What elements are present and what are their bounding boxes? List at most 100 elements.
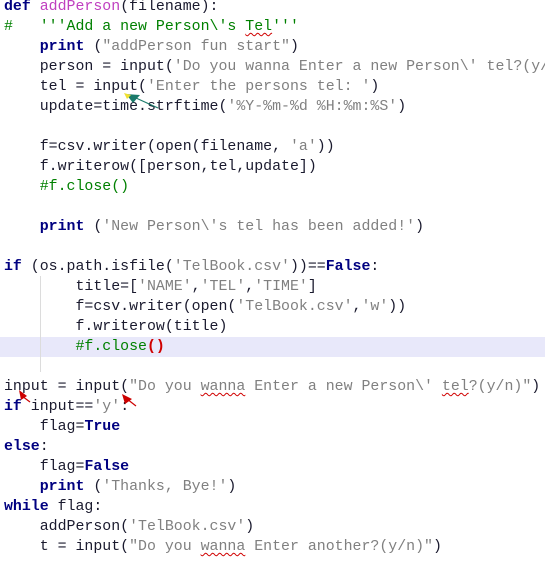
string-token: 'w' xyxy=(361,299,389,315)
keyword-token: print xyxy=(39,39,85,55)
code-line[interactable]: print ('Thanks, Bye!') xyxy=(0,477,545,497)
code-line[interactable] xyxy=(0,117,545,137)
code-token: title=[ xyxy=(4,279,139,295)
code-token: : xyxy=(370,259,380,275)
code-token: update=time.strftime( xyxy=(4,99,228,115)
indent-guide xyxy=(40,276,41,372)
code-token: ( xyxy=(84,39,103,55)
code-token: ) xyxy=(289,39,299,55)
code-token: ) xyxy=(227,479,237,495)
code-line[interactable] xyxy=(0,357,545,377)
string-token: 'Thanks, Bye!' xyxy=(102,479,228,495)
string-token: Enter another?(y/n)" xyxy=(245,539,433,555)
string-token: wanna xyxy=(200,539,246,555)
code-token: f.writerow(title) xyxy=(4,319,228,335)
code-line[interactable] xyxy=(0,197,545,217)
code-token: f=csv.writer(open(filename, xyxy=(4,139,290,155)
bracket-match-token: () xyxy=(146,339,165,355)
code-token: , xyxy=(245,279,255,295)
code-line[interactable]: f.writerow(title) xyxy=(0,317,545,337)
code-line[interactable] xyxy=(0,237,545,257)
string-token: 'New Person\'s tel has been added!' xyxy=(102,219,416,235)
string-token: 'a' xyxy=(289,139,317,155)
comment-token: #f.close xyxy=(4,339,147,355)
code-token: (filename): xyxy=(120,0,219,15)
comment-token: # '''Add a new Person\'s xyxy=(4,19,246,35)
code-token: )) xyxy=(388,299,407,315)
code-line[interactable]: if input=='y': xyxy=(0,397,545,417)
string-token: 'Enter the persons tel: ' xyxy=(146,79,371,95)
code-token: ) xyxy=(432,539,442,555)
code-token: input== xyxy=(21,399,94,415)
code-token: t = input( xyxy=(4,539,130,555)
string-token: 'y' xyxy=(93,399,121,415)
code-token: ) xyxy=(370,79,380,95)
comment-token: Tel xyxy=(245,19,273,35)
code-token: ) xyxy=(245,519,255,535)
keyword-token: True xyxy=(84,419,121,435)
code-line[interactable]: flag=True xyxy=(0,417,545,437)
code-line[interactable]: person = input('Do you wanna Enter a new… xyxy=(0,57,545,77)
code-line[interactable]: t = input("Do you wanna Enter another?(y… xyxy=(0,537,545,557)
keyword-token: print xyxy=(39,219,85,235)
code-token: ))== xyxy=(289,259,326,275)
string-token: ?(y/n)" xyxy=(468,379,532,395)
string-token: 'TIME' xyxy=(254,279,308,295)
code-line[interactable]: # '''Add a new Person\'s Tel''' xyxy=(0,17,545,37)
keyword-token: while xyxy=(4,499,49,515)
code-line[interactable]: print ("addPerson fun start") xyxy=(0,37,545,57)
code-line[interactable]: f=csv.writer(open('TelBook.csv','w')) xyxy=(0,297,545,317)
code-line[interactable]: title=['NAME','TEL','TIME'] xyxy=(0,277,545,297)
code-line[interactable]: flag=False xyxy=(0,457,545,477)
string-token: "addPerson fun start" xyxy=(102,39,290,55)
keyword-token: print xyxy=(39,479,85,495)
code-token: ( xyxy=(84,479,103,495)
string-token: 'TelBook.csv' xyxy=(173,259,290,275)
code-token: , xyxy=(191,279,201,295)
code-line[interactable]: if (os.path.isfile('TelBook.csv'))==Fals… xyxy=(0,257,545,277)
code-line[interactable]: def addPerson(filename): xyxy=(0,0,545,17)
code-line[interactable]: addPerson('TelBook.csv') xyxy=(0,517,545,537)
code-line[interactable]: update=time.strftime('%Y-%m-%d %H:%m:%S'… xyxy=(0,97,545,117)
code-line[interactable]: #f.close() xyxy=(0,337,545,357)
code-token: input = input( xyxy=(4,379,130,395)
code-token: : xyxy=(39,439,49,455)
code-line[interactable]: print ('New Person\'s tel has been added… xyxy=(0,217,545,237)
string-token: 'Do you wanna Enter a new Person\' tel?(… xyxy=(173,59,545,75)
code-token: flag: xyxy=(48,499,103,515)
keyword-token: False xyxy=(84,459,130,475)
code-token: flag= xyxy=(4,419,85,435)
string-token: 'TEL' xyxy=(200,279,246,295)
code-token: : xyxy=(120,399,130,415)
string-token: tel xyxy=(441,379,469,395)
code-line[interactable]: #f.close() xyxy=(0,177,545,197)
code-token: f=csv.writer(open( xyxy=(4,299,237,315)
code-token: person = input( xyxy=(4,59,174,75)
code-token: ] xyxy=(307,279,317,295)
code-editor[interactable]: def addPerson(filename): # '''Add a new P… xyxy=(0,0,545,557)
code-token: addPerson( xyxy=(4,519,130,535)
code-line[interactable]: else: xyxy=(0,437,545,457)
code-token: (os.path.isfile( xyxy=(21,259,174,275)
code-token: ( xyxy=(84,219,103,235)
code-token: tel = input( xyxy=(4,79,147,95)
keyword-token: if xyxy=(4,399,22,415)
code-token: ) xyxy=(531,379,541,395)
code-line[interactable]: f.writerow([person,tel,update]) xyxy=(0,157,545,177)
string-token: wanna xyxy=(200,379,246,395)
comment-token: ''' xyxy=(272,19,299,35)
keyword-token: False xyxy=(325,259,371,275)
string-token: 'TelBook.csv' xyxy=(236,299,353,315)
comment-token: #f.close() xyxy=(4,179,130,195)
code-line[interactable]: tel = input('Enter the persons tel: ') xyxy=(0,77,545,97)
code-line[interactable]: while flag: xyxy=(0,497,545,517)
string-token: "Do you xyxy=(129,539,201,555)
function-name-token: addPerson xyxy=(39,0,121,15)
code-line[interactable]: f=csv.writer(open(filename, 'a')) xyxy=(0,137,545,157)
string-token: 'NAME' xyxy=(138,279,192,295)
string-token: Enter a new Person\' xyxy=(245,379,442,395)
string-token: '%Y-%m-%d %H:%m:%S' xyxy=(227,99,398,115)
code-line[interactable]: input = input("Do you wanna Enter a new … xyxy=(0,377,545,397)
